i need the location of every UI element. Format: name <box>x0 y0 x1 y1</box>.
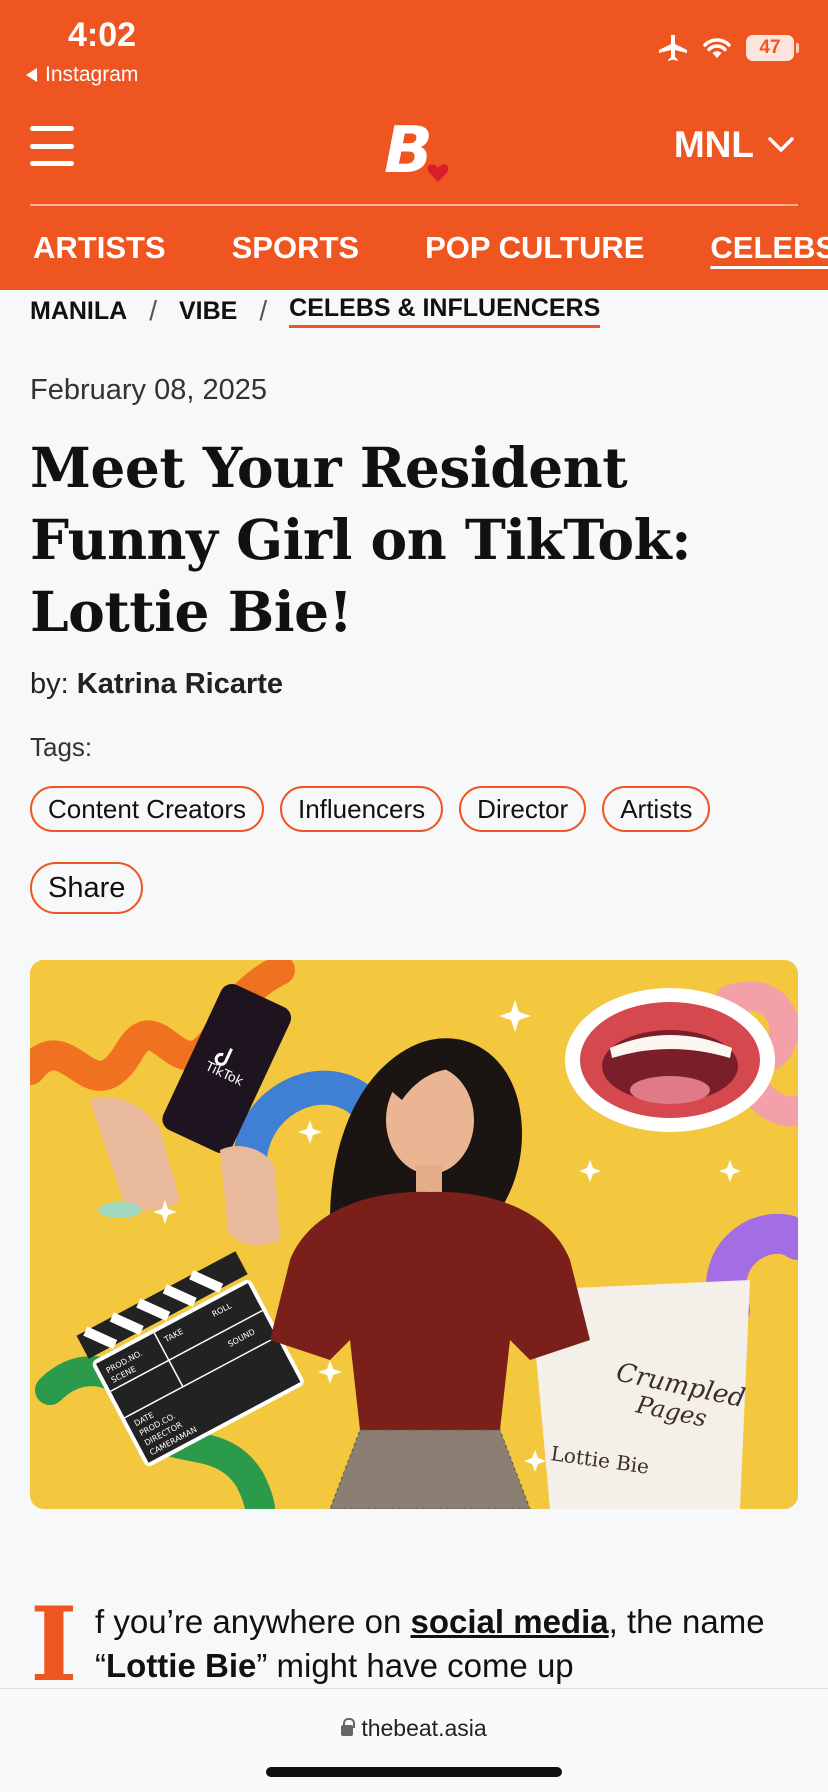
address-field[interactable]: thebeat.asia <box>0 1715 828 1742</box>
body-text-part: f you’re anywhere on <box>95 1603 411 1640</box>
nav-item-sports[interactable]: SPORTS <box>199 230 392 266</box>
menu-button[interactable] <box>30 126 74 166</box>
chevron-down-icon <box>768 137 794 152</box>
battery-level: 47 <box>759 37 781 58</box>
tag-list: Content Creators Influencers Director Ar… <box>30 786 711 832</box>
category-nav: ARTISTS SPORTS POP CULTURE CELEBS <box>0 212 828 284</box>
breadcrumb-separator: / <box>259 295 268 326</box>
social-media-link[interactable]: social media <box>411 1603 609 1640</box>
site-logo[interactable]: B <box>382 112 462 188</box>
byline-prefix: by: <box>30 668 69 700</box>
page: 4:02 Instagram 47 B MNL ARTISTS SPORTS P… <box>0 0 828 1792</box>
tags-label: Tags: <box>30 732 93 762</box>
home-indicator[interactable] <box>266 1767 562 1777</box>
tag-artists[interactable]: Artists <box>602 786 711 832</box>
header-divider <box>30 204 798 206</box>
breadcrumb-separator: / <box>149 295 157 326</box>
tag-director[interactable]: Director <box>459 786 587 832</box>
airplane-icon <box>659 35 687 61</box>
tag-content-creators[interactable]: Content Creators <box>30 786 264 832</box>
city-selector[interactable]: MNL <box>674 124 794 166</box>
back-to-app-link[interactable]: Instagram <box>26 63 138 87</box>
browser-url-bar: thebeat.asia <box>0 1688 828 1792</box>
hero-collage: TikTok PROD.NO. SCENE TAKE ROLL SOUND DA… <box>30 960 798 1509</box>
author-name[interactable]: Katrina Ricarte <box>77 668 283 700</box>
breadcrumb: MANILA / VIBE / CELEBS & INFLUENCERS <box>30 294 601 328</box>
tag-influencers[interactable]: Influencers <box>279 786 444 832</box>
hero-image: TikTok PROD.NO. SCENE TAKE ROLL SOUND DA… <box>30 960 798 1509</box>
url-text: thebeat.asia <box>361 1715 487 1741</box>
wifi-icon <box>703 38 731 58</box>
back-app-label: Instagram <box>45 63 139 86</box>
article-body: f you’re anywhere on social media, the n… <box>95 1600 805 1688</box>
status-icons: 47 <box>658 34 799 62</box>
logo-letter: B <box>384 114 433 188</box>
mouth-cutout <box>565 988 775 1132</box>
nav-item-artists[interactable]: ARTISTS <box>0 230 199 266</box>
breadcrumb-manila[interactable]: MANILA <box>30 297 127 326</box>
beat-logo-icon: B <box>384 114 449 188</box>
site-header: 4:02 Instagram 47 B MNL ARTISTS SPORTS P… <box>0 0 828 290</box>
byline: by: Katrina Ricarte <box>30 668 283 701</box>
city-label: MNL <box>673 124 754 165</box>
back-triangle-icon <box>26 68 37 82</box>
article-title: Meet Your Resident Funny Girl on TikTok:… <box>30 435 692 644</box>
status-time: 4:02 <box>68 16 137 54</box>
article-date: February 08, 2025 <box>30 374 267 406</box>
body-text-part: ” might have come up <box>256 1647 574 1684</box>
breadcrumb-celebs-influencers[interactable]: CELEBS & INFLUENCERS <box>289 294 601 328</box>
lock-icon <box>341 1718 356 1736</box>
drop-cap: I <box>30 1585 78 1705</box>
battery-icon: 47 <box>746 35 799 61</box>
body-bold-name: Lottie Bie <box>106 1647 257 1684</box>
cuff <box>98 1202 142 1218</box>
nav-item-celebs[interactable]: CELEBS <box>677 230 828 266</box>
share-button[interactable]: Share <box>30 862 144 914</box>
breadcrumb-vibe[interactable]: VIBE <box>179 297 237 326</box>
nav-item-pop-culture[interactable]: POP CULTURE <box>392 230 677 266</box>
